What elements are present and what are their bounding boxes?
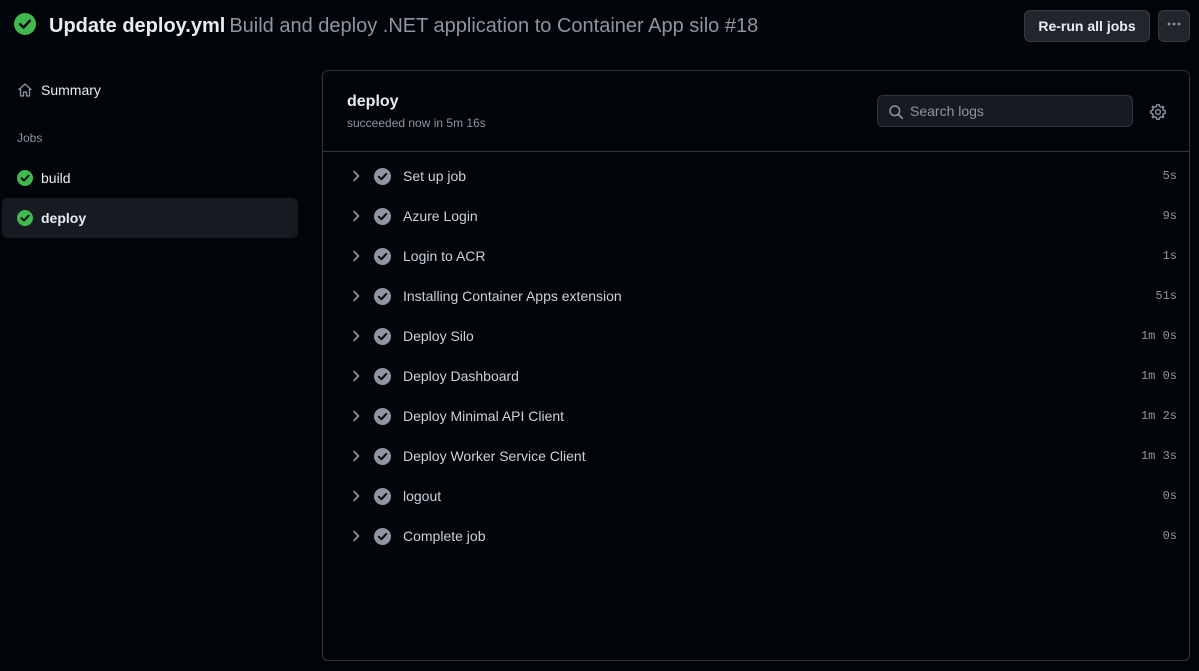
sidebar-item-summary[interactable]: Summary [2, 70, 298, 110]
search-icon [888, 104, 904, 120]
chevron-right-icon [349, 209, 363, 223]
check-circle-icon [374, 528, 391, 545]
step-name: Deploy Worker Service Client [403, 448, 586, 464]
step-duration: 1m 2s [1140, 409, 1177, 423]
step-name: Deploy Dashboard [403, 368, 519, 384]
check-circle-fill-icon [17, 170, 33, 186]
step-name: Deploy Silo [403, 328, 474, 344]
step-duration: 0s [1162, 529, 1177, 543]
check-circle-fill-icon [17, 210, 33, 226]
step-name: Azure Login [403, 208, 478, 224]
chevron-right-icon [349, 329, 363, 343]
step-name: logout [403, 488, 442, 504]
step-row-logout[interactable]: logout 0s [323, 477, 1189, 517]
check-circle-icon [374, 408, 391, 425]
check-circle-icon [374, 208, 391, 225]
step-row-deploy-dashboard[interactable]: Deploy Dashboard 1m 0s [323, 357, 1189, 397]
step-name: Deploy Minimal API Client [403, 408, 565, 424]
chevron-right-icon [349, 289, 363, 303]
step-name: Set up job [403, 168, 467, 184]
step-row-deploy-minimal-api-client[interactable]: Deploy Minimal API Client 1m 2s [323, 397, 1189, 437]
success-check-circle-icon [14, 13, 36, 35]
sidebar-item-label: Summary [41, 82, 101, 98]
step-duration: 9s [1162, 209, 1177, 223]
check-circle-icon [374, 168, 391, 185]
run-title-workflow: Build and deploy .NET application to Con… [229, 15, 759, 37]
chevron-right-icon [349, 529, 363, 543]
job-title: deploy [347, 93, 399, 110]
check-circle-icon [374, 448, 391, 465]
check-circle-icon [374, 248, 391, 265]
step-row-deploy-silo[interactable]: Deploy Silo 1m 0s [323, 317, 1189, 357]
step-row-deploy-worker-service-client[interactable]: Deploy Worker Service Client 1m 3s [323, 437, 1189, 477]
step-duration: 1m 0s [1140, 329, 1177, 343]
run-title-commit: Update deploy.yml [49, 15, 226, 37]
search-logs-input[interactable] [908, 96, 1128, 126]
more-options-button[interactable] [1158, 10, 1190, 42]
step-row-azure-login[interactable]: Azure Login 9s [323, 197, 1189, 237]
job-log-panel: deploy succeeded now in 5m 16s Search lo… [322, 70, 1190, 661]
check-circle-icon [374, 488, 391, 505]
jobs-heading: Jobs [17, 131, 43, 145]
step-duration: 0s [1162, 489, 1177, 503]
search-logs-field[interactable] [877, 95, 1133, 127]
job-header: deploy succeeded now in 5m 16s [323, 71, 1189, 152]
check-circle-icon [374, 368, 391, 385]
run-title: Update deploy.yml Build and deploy .NET a… [49, 13, 758, 39]
chevron-right-icon [349, 449, 363, 463]
rerun-all-jobs-button[interactable]: Re-run all jobs [1024, 10, 1150, 42]
step-duration: 51s [1155, 289, 1177, 303]
step-name: Installing Container Apps extension [403, 288, 622, 304]
sidebar-item-label: deploy [41, 210, 87, 226]
step-row-installing-container-apps-extension[interactable]: Installing Container Apps extension 51s [323, 277, 1189, 317]
step-duration: 1m 0s [1140, 369, 1177, 383]
chevron-right-icon [349, 249, 363, 263]
step-row-login-to-acr[interactable]: Login to ACR 1s [323, 237, 1189, 277]
step-row-complete-job[interactable]: Complete job 0s [323, 517, 1189, 557]
step-duration: 1m 3s [1140, 449, 1177, 463]
chevron-right-icon [349, 409, 363, 423]
chevron-right-icon [349, 169, 363, 183]
run-header: Update deploy.yml Build and deploy .NET a… [0, 0, 1199, 52]
check-circle-icon [374, 328, 391, 345]
chevron-right-icon [349, 369, 363, 383]
step-row-set-up-job[interactable]: Set up job 5s [323, 157, 1189, 197]
step-duration: 1s [1162, 249, 1177, 263]
step-name: Login to ACR [403, 248, 486, 264]
check-circle-icon [374, 288, 391, 305]
gear-icon[interactable] [1149, 103, 1167, 121]
sidebar-item-build[interactable]: build [2, 158, 298, 198]
home-icon [17, 82, 33, 98]
kebab-horizontal-icon [1166, 16, 1182, 37]
steps-list: Set up job 5s Azure Login 9s Login to AC… [323, 157, 1189, 557]
chevron-right-icon [349, 489, 363, 503]
step-name: Complete job [403, 528, 486, 544]
step-duration: 5s [1162, 169, 1177, 183]
sidebar-item-label: build [41, 170, 71, 186]
job-status-text: succeeded now in 5m 16s [347, 116, 486, 130]
sidebar-item-deploy[interactable]: deploy [2, 198, 298, 238]
